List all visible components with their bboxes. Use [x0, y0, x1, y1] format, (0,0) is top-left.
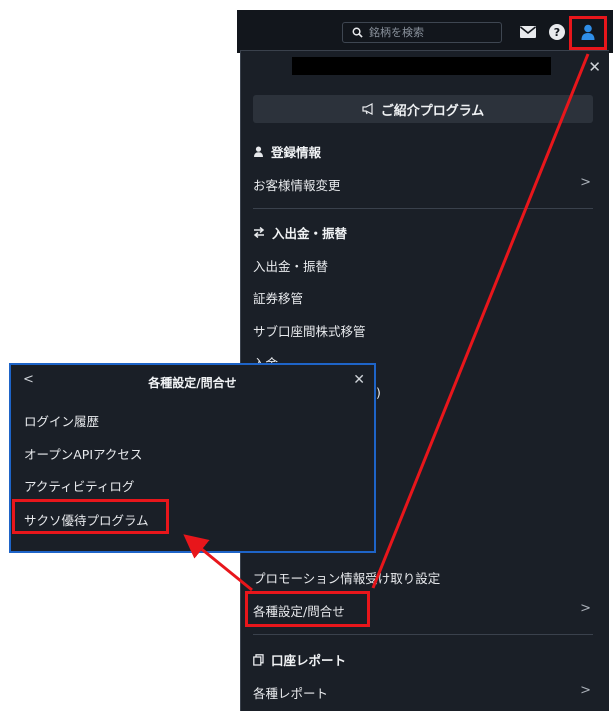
menu-item-promotion-settings[interactable]: プロモーション情報受け取り設定 — [253, 568, 440, 587]
popup-item-saxo-benefit-program[interactable]: サクソ優待プログラム — [24, 510, 149, 529]
search-input[interactable] — [369, 26, 494, 39]
copy-icon — [253, 653, 264, 666]
menu-item-customer-info[interactable]: お客様情報変更 — [253, 175, 341, 194]
megaphone-icon — [362, 103, 373, 115]
menu-item-settings-inquiry[interactable]: 各種設定/問合せ — [253, 601, 345, 620]
top-bar: ? — [237, 10, 613, 53]
obscured-menu-text: ) — [376, 385, 381, 400]
section-registration-title: 登録情報 — [253, 142, 321, 161]
user-icon[interactable] — [577, 22, 599, 42]
close-icon[interactable]: ✕ — [588, 58, 601, 76]
chevron-right-icon: > — [580, 175, 591, 190]
referral-program-label: ご紹介プログラム — [380, 103, 485, 119]
chevron-right-icon: > — [580, 601, 591, 616]
menu-item-deposit-transfer[interactable]: 入出金・振替 — [253, 256, 328, 275]
settings-submenu-popup: < 各種設定/問合せ ✕ ログイン履歴 オープンAPIアクセス アクティビティロ… — [9, 363, 376, 553]
divider — [253, 208, 593, 209]
section-transfer-title: 入出金・振替 — [253, 223, 347, 242]
menu-item-subaccount-transfer[interactable]: サブ口座間株式移管 — [253, 321, 366, 340]
popup-title: 各種設定/問合せ — [148, 376, 237, 390]
chevron-right-icon: > — [580, 683, 591, 698]
user-icon — [254, 146, 263, 157]
mail-icon[interactable] — [520, 26, 536, 38]
divider — [253, 634, 593, 635]
section-report-title: 口座レポート — [253, 650, 346, 669]
menu-item-securities-transfer[interactable]: 証券移管 — [253, 288, 303, 307]
close-icon[interactable]: ✕ — [353, 372, 365, 388]
search-box[interactable] — [342, 22, 502, 43]
popup-item-login-history[interactable]: ログイン履歴 — [24, 411, 99, 430]
popup-item-activity-log[interactable]: アクティビティログ — [24, 476, 134, 495]
popup-item-open-api-access[interactable]: オープンAPIアクセス — [24, 444, 142, 463]
referral-program-button[interactable]: ご紹介プログラム — [253, 95, 593, 123]
help-icon[interactable]: ? — [549, 24, 565, 40]
redacted-account-name — [292, 57, 551, 75]
transfer-icon — [253, 227, 265, 238]
menu-item-reports[interactable]: 各種レポート — [253, 683, 328, 702]
search-icon — [352, 23, 363, 42]
